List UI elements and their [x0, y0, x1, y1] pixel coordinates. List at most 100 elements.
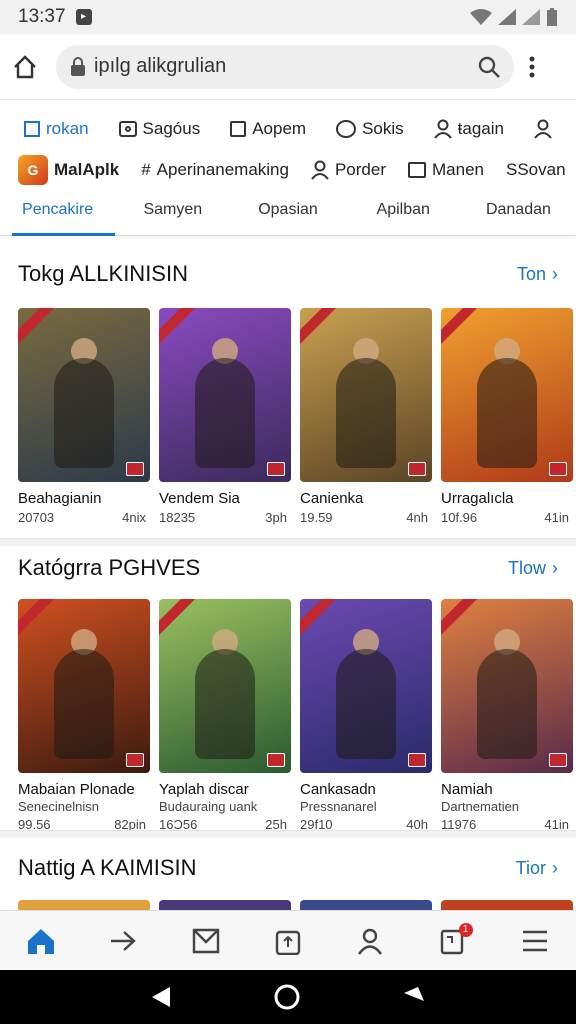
game-thumbnail[interactable] — [441, 308, 573, 482]
bookmark-icon[interactable] — [186, 921, 226, 961]
lock-icon — [71, 56, 85, 76]
search-icon[interactable] — [478, 56, 500, 78]
signal-icon — [498, 9, 516, 25]
home-circle-icon[interactable] — [273, 983, 301, 1011]
nav-item-aperinanemaking[interactable]: # Aperinanemaking — [141, 160, 289, 180]
tab-samyen[interactable]: Samyen — [115, 190, 230, 235]
home-button[interactable] — [12, 54, 38, 80]
recents-icon[interactable] — [402, 985, 426, 1009]
game-title: Yaplah discar — [159, 781, 249, 798]
see-all-label: Ton — [516, 263, 546, 284]
character-figure — [195, 358, 255, 468]
category-tabs: Pencakire Samyen Opasian Apilban Danadan — [0, 190, 576, 236]
top-nav: rokan Sagóus Aopem Sokis ŧagain — [0, 110, 576, 148]
notifications-icon[interactable]: 1 — [433, 921, 473, 961]
game-card[interactable]: Urragalıcla 10f.96 41in — [441, 308, 573, 525]
upload-icon[interactable] — [268, 921, 308, 961]
nav-item-more[interactable] — [534, 119, 552, 139]
arrow-icon[interactable] — [103, 921, 143, 961]
section-header: Katógrra PGHVES Tlow › — [0, 548, 576, 588]
nav-item-sagous[interactable]: Sagóus — [118, 119, 200, 139]
game-card[interactable]: Canienka 19.59 4nh — [300, 308, 432, 525]
game-subtitle: Pressnanarel — [300, 799, 377, 814]
tab-danadan[interactable]: Danadan — [461, 190, 576, 235]
game-thumbnail[interactable] — [18, 308, 150, 482]
game-title: Canienka — [300, 490, 364, 507]
character-figure — [477, 358, 537, 468]
character-figure — [54, 358, 114, 468]
see-all-link[interactable]: Ton › — [517, 264, 558, 285]
tab-pencakire[interactable]: Pencakire — [0, 190, 116, 236]
age-rating-icon — [267, 753, 285, 767]
game-meta: 19.59 4nh — [300, 510, 432, 525]
file-size: 4nh — [406, 510, 428, 525]
url-text: ipılg alikgrulian — [94, 55, 227, 77]
game-thumbnail[interactable] — [159, 599, 291, 773]
game-card[interactable]: Mabaian Plonade Senecinelnisn 99.56 82pin — [18, 599, 150, 832]
game-thumbnail[interactable] — [300, 308, 432, 482]
thumbnail-peek[interactable] — [159, 900, 291, 910]
thumbnail-peek[interactable] — [18, 900, 150, 910]
battery-icon — [547, 8, 557, 26]
browser-toolbar: ipılg alikgrulian — [0, 34, 576, 100]
game-title: Namiah — [441, 781, 493, 798]
menu-icon[interactable] — [515, 921, 555, 961]
camera-icon — [118, 121, 137, 137]
game-card[interactable]: Yaplah discar Budauraing uank 16Ɔ56 25h — [159, 599, 291, 832]
section-title: Katógrra PGHVES — [18, 555, 201, 580]
nav-item-manen[interactable]: Manen — [408, 160, 484, 180]
app-logo[interactable]: G MalAplk — [18, 155, 119, 185]
tab-opasian[interactable]: Opasian — [230, 190, 345, 235]
square-icon — [24, 121, 40, 137]
ribbon-badge — [159, 308, 200, 346]
game-card[interactable]: Vendem Sia 18235 3ph — [159, 308, 291, 525]
game-card[interactable]: Namiah Dartnematien 11976 41in — [441, 599, 573, 832]
game-title: Cankasadn — [300, 781, 376, 798]
logo-text: MalAplk — [54, 160, 120, 179]
nav-item-sokis[interactable]: Sokis — [336, 119, 404, 139]
tab-apilban[interactable]: Apilban — [346, 190, 461, 235]
secondary-nav: G MalAplk # Aperinanemaking Porder Manen… — [0, 150, 576, 190]
home-icon[interactable] — [21, 921, 61, 961]
game-thumbnail[interactable] — [159, 308, 291, 482]
download-count: 18235 — [159, 510, 196, 525]
see-all-link[interactable]: Tlow › — [508, 558, 558, 579]
see-all-label: Tlow — [507, 557, 546, 578]
nav-item-rokan[interactable]: rokan — [24, 119, 89, 139]
notification-icon: ▸ — [75, 9, 92, 25]
chevron-right-icon: › — [552, 557, 558, 578]
see-all-link[interactable]: Tior › — [516, 858, 558, 879]
game-title: Vendem Sia — [159, 490, 240, 507]
url-field[interactable]: ipılg alikgrulian — [56, 44, 514, 89]
game-thumbnail[interactable] — [300, 599, 432, 773]
person-icon — [433, 119, 452, 139]
game-subtitle: Dartnematien — [441, 799, 520, 814]
nav-item-aopem[interactable]: Aopem — [230, 119, 306, 139]
ribbon-badge — [441, 308, 482, 346]
wifi-icon — [470, 9, 492, 25]
nav-item-porder[interactable]: Porder — [311, 160, 386, 180]
ribbon-badge — [18, 599, 59, 637]
nav-item-again[interactable]: ŧagain — [433, 119, 504, 139]
thumbnail-peek[interactable] — [441, 900, 573, 910]
age-rating-icon — [408, 462, 426, 476]
back-icon[interactable] — [150, 985, 172, 1009]
thumbnail-peek[interactable] — [300, 900, 432, 910]
game-thumbnail[interactable] — [18, 599, 150, 773]
profile-icon[interactable] — [350, 921, 390, 961]
bottom-nav: 1 — [0, 910, 576, 970]
nav-item-ssovan[interactable]: SSovan — [506, 160, 566, 180]
ribbon-badge — [441, 599, 482, 637]
window-icon — [408, 162, 426, 178]
game-card[interactable]: Beahagianin 20703 4nix — [18, 308, 150, 525]
person-icon — [534, 119, 552, 139]
ribbon-badge — [18, 308, 59, 346]
game-meta: 20703 4nix — [18, 510, 150, 525]
game-subtitle: Budauraing uank — [159, 799, 258, 814]
status-time: 13:37 — [18, 6, 66, 27]
notification-badge: 1 — [458, 922, 473, 937]
overflow-menu-icon[interactable] — [528, 55, 536, 79]
character-figure — [477, 649, 537, 759]
game-card[interactable]: Cankasadn Pressnanarel 29f10 40h — [300, 599, 432, 832]
game-thumbnail[interactable] — [441, 599, 573, 773]
